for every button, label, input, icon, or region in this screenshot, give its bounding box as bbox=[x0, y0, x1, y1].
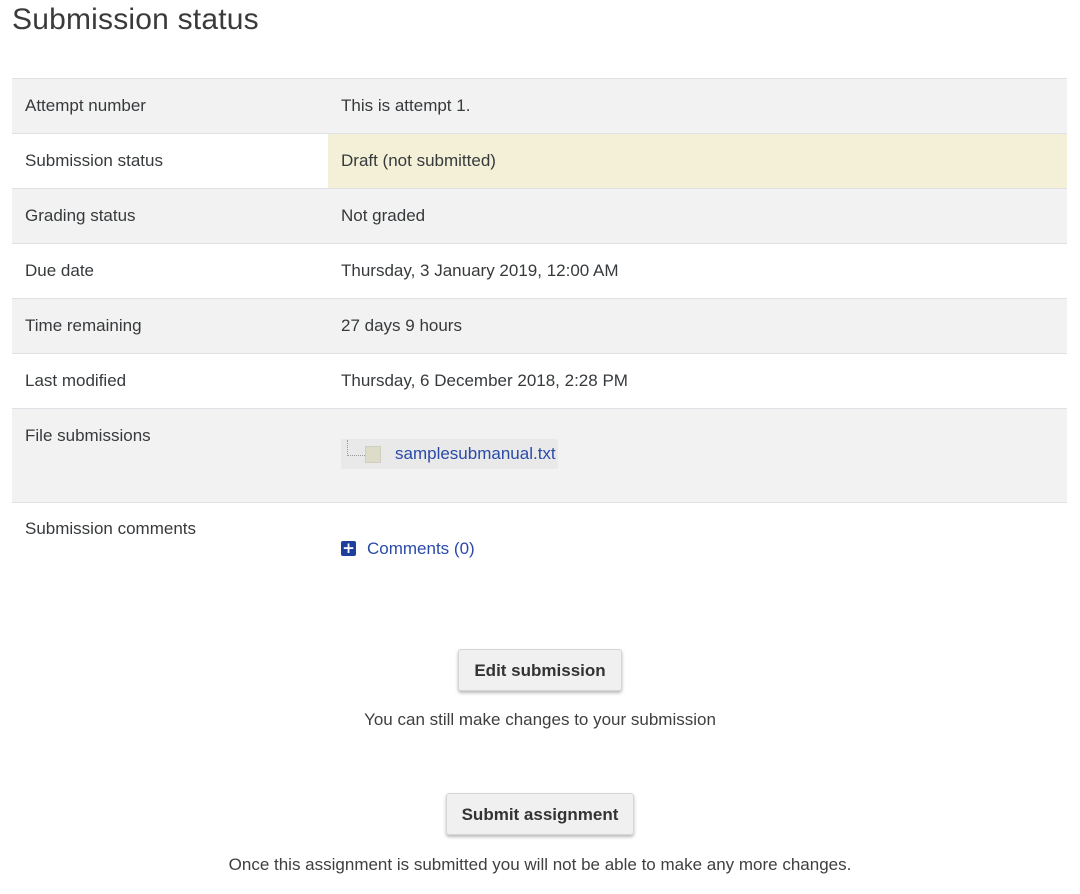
submission-comments-label: Submission comments bbox=[12, 502, 328, 603]
file-link[interactable]: samplesubmanual.txt bbox=[395, 444, 556, 464]
file-submissions-label: File submissions bbox=[12, 408, 328, 503]
edit-submission-button[interactable]: Edit submission bbox=[458, 649, 622, 691]
submission-status-page: Submission status Attempt number This is… bbox=[0, 0, 1080, 894]
submit-action: Submit assignment Once this assignment i… bbox=[0, 793, 1080, 875]
attempt-number-label: Attempt number bbox=[12, 78, 328, 134]
comments-toggle-link[interactable]: + Comments (0) bbox=[341, 539, 475, 559]
submit-assignment-button[interactable]: Submit assignment bbox=[445, 793, 635, 835]
table-row: File submissions samplesubmanual.txt bbox=[12, 408, 1067, 503]
last-modified-value: Thursday, 6 December 2018, 2:28 PM bbox=[328, 353, 1067, 409]
submission-status-table: Attempt number This is attempt 1. Submis… bbox=[12, 78, 1067, 603]
grading-status-value: Not graded bbox=[328, 188, 1067, 244]
attempt-number-value: This is attempt 1. bbox=[328, 78, 1067, 134]
table-row: Attempt number This is attempt 1. bbox=[12, 78, 1067, 134]
edit-help-text: You can still make changes to your submi… bbox=[364, 710, 716, 729]
plus-square-icon: + bbox=[341, 539, 356, 557]
table-row: Submission status Draft (not submitted) bbox=[12, 133, 1067, 189]
comments-link-label: Comments (0) bbox=[367, 538, 475, 558]
submission-status-value: Draft (not submitted) bbox=[328, 133, 1067, 189]
edit-action: Edit submission You can still make chang… bbox=[0, 649, 1080, 730]
time-remaining-value: 27 days 9 hours bbox=[328, 298, 1067, 354]
due-date-label: Due date bbox=[12, 243, 328, 299]
time-remaining-label: Time remaining bbox=[12, 298, 328, 354]
table-row: Submission comments + Comments (0) bbox=[12, 502, 1067, 603]
grading-status-label: Grading status bbox=[12, 188, 328, 244]
table-row: Due date Thursday, 3 January 2019, 12:00… bbox=[12, 243, 1067, 299]
submission-status-label: Submission status bbox=[12, 133, 328, 189]
page-title: Submission status bbox=[12, 3, 259, 36]
submission-comments-value: + Comments (0) bbox=[328, 502, 1067, 603]
table-row: Time remaining 27 days 9 hours bbox=[12, 298, 1067, 354]
submit-help-text: Once this assignment is submitted you wi… bbox=[228, 855, 852, 874]
table-row: Last modified Thursday, 6 December 2018,… bbox=[12, 353, 1067, 409]
file-submissions-value: samplesubmanual.txt bbox=[328, 408, 1067, 503]
file-tree-item: samplesubmanual.txt bbox=[341, 439, 558, 469]
tree-connector-icon bbox=[347, 440, 365, 456]
table-row: Grading status Not graded bbox=[12, 188, 1067, 244]
last-modified-label: Last modified bbox=[12, 353, 328, 409]
file-icon bbox=[365, 445, 381, 463]
due-date-value: Thursday, 3 January 2019, 12:00 AM bbox=[328, 243, 1067, 299]
